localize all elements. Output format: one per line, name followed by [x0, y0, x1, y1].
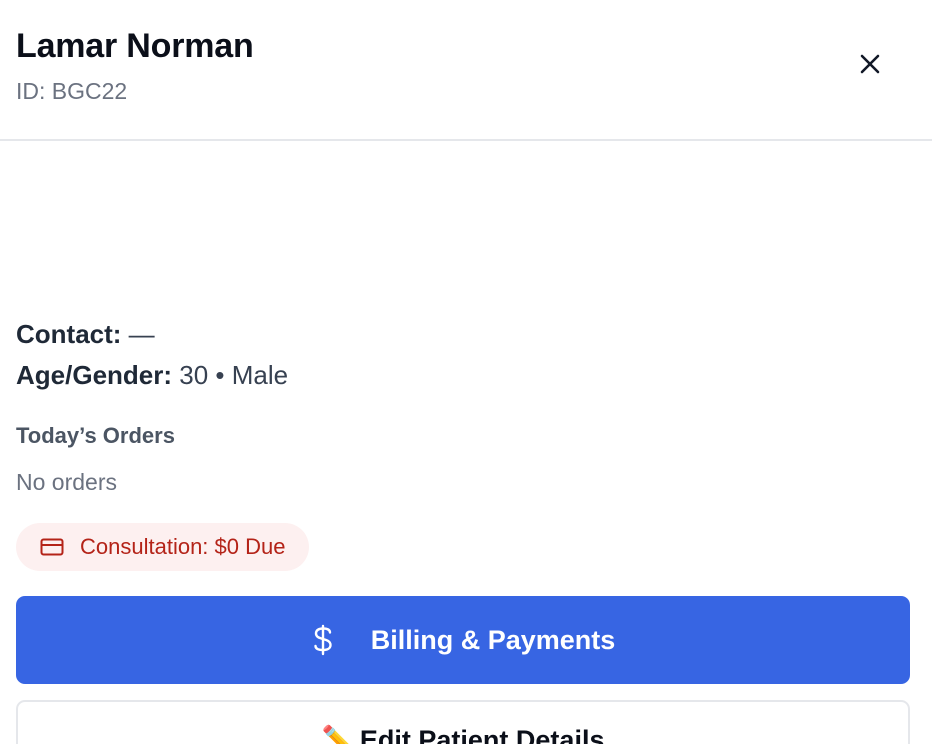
age-gender-value: 30 • Male	[179, 360, 289, 390]
pencil-icon: ✏️	[321, 725, 354, 744]
contact-row: Contact: —	[16, 319, 155, 350]
billing-payments-label: Billing & Payments	[370, 624, 616, 655]
no-orders-text: No orders	[16, 469, 117, 495]
credit-card-icon	[40, 535, 64, 559]
age-gender-row: Age/Gender: 30 • Male	[16, 360, 288, 391]
age-gender-label: Age/Gender:	[16, 360, 173, 390]
todays-orders-title: Today’s Orders	[16, 423, 175, 448]
patient-detail-panel: Lamar Norman ID: BGC22 Contact: — Age/Ge…	[0, 0, 932, 744]
consultation-due-badge: Consultation: $0 Due	[16, 523, 310, 571]
billing-payments-button[interactable]: Billing & Payments	[16, 596, 910, 684]
edit-patient-details-button[interactable]: ✏️ Edit Patient Details	[16, 700, 910, 744]
dollar-icon	[311, 624, 335, 656]
patient-name: Lamar Norman	[16, 27, 254, 65]
contact-value: —	[128, 319, 155, 349]
contact-label: Contact:	[16, 319, 122, 349]
consultation-due-text: Consultation: $0 Due	[80, 534, 286, 559]
edit-patient-details-label: Edit Patient Details	[359, 724, 605, 744]
close-button[interactable]	[854, 48, 886, 80]
close-icon	[860, 54, 880, 74]
panel-header: Lamar Norman ID: BGC22	[0, 0, 932, 141]
patient-id: ID: BGC22	[16, 78, 128, 104]
